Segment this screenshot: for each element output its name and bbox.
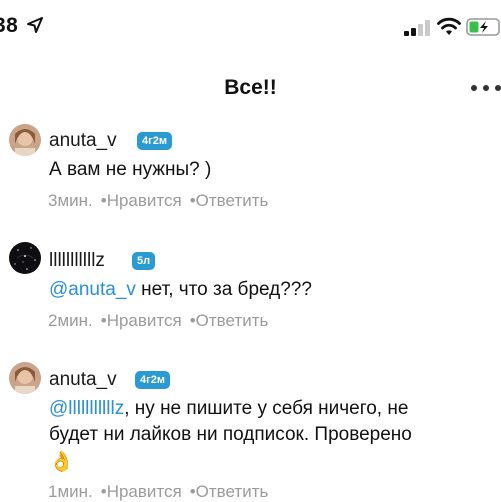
ok-hand-emoji: 👌 [49, 449, 74, 473]
wifi-icon [437, 17, 461, 35]
comment-text: @anuta_v нет, что за бред??? [49, 277, 489, 303]
ellipsis-icon[interactable] [470, 84, 501, 92]
comment-text: @lllllllllllz, ну не пишите у себя ничег… [49, 396, 489, 474]
comment-body: А вам не нужны? ) [49, 159, 212, 180]
reply-button[interactable]: Ответить [196, 191, 269, 210]
comment-time: 1мин. [48, 482, 93, 501]
comment-body-line2: будет ни лайков ни подписок. Проверено [49, 424, 412, 445]
status-badge: 5л [132, 252, 156, 270]
battery-icon [466, 18, 500, 36]
status-badge: 4г2м [137, 132, 172, 150]
location-arrow-icon [27, 17, 43, 33]
signal-icon [404, 20, 430, 36]
page-title: Все!! [224, 76, 277, 99]
mention-link[interactable]: @lllllllllllz [49, 398, 124, 419]
status-time: 38 [0, 14, 19, 37]
comment-username[interactable]: lllllllllllz [49, 250, 105, 272]
comment-time: 3мин. [48, 191, 93, 210]
comment-meta: 2мин. •Нравится •Ответить [48, 311, 268, 331]
avatar[interactable] [9, 124, 41, 156]
comment-text: А вам не нужны? ) [49, 157, 489, 183]
like-button[interactable]: Нравится [107, 482, 182, 501]
reply-button[interactable]: Ответить [196, 482, 269, 501]
comment-body: нет, что за бред??? [135, 279, 312, 300]
avatar[interactable] [9, 242, 41, 274]
avatar[interactable] [9, 362, 41, 394]
status-bar: 38 [0, 0, 501, 52]
comment-time: 2мин. [48, 311, 93, 330]
mention-link[interactable]: @anuta_v [49, 279, 136, 300]
comment-username[interactable]: anuta_v [49, 130, 117, 152]
comment-meta: 1мин. •Нравится •Ответить [48, 482, 268, 502]
comment-username[interactable]: anuta_v [49, 369, 117, 391]
comment-body-line1: , ну не пишите у себя ничего, не [124, 398, 409, 419]
like-button[interactable]: Нравится [107, 191, 182, 210]
reply-button[interactable]: Ответить [196, 311, 269, 330]
like-button[interactable]: Нравится [107, 311, 182, 330]
comment-meta: 3мин. •Нравится •Ответить [48, 191, 268, 211]
status-badge: 4г2м [135, 371, 170, 389]
